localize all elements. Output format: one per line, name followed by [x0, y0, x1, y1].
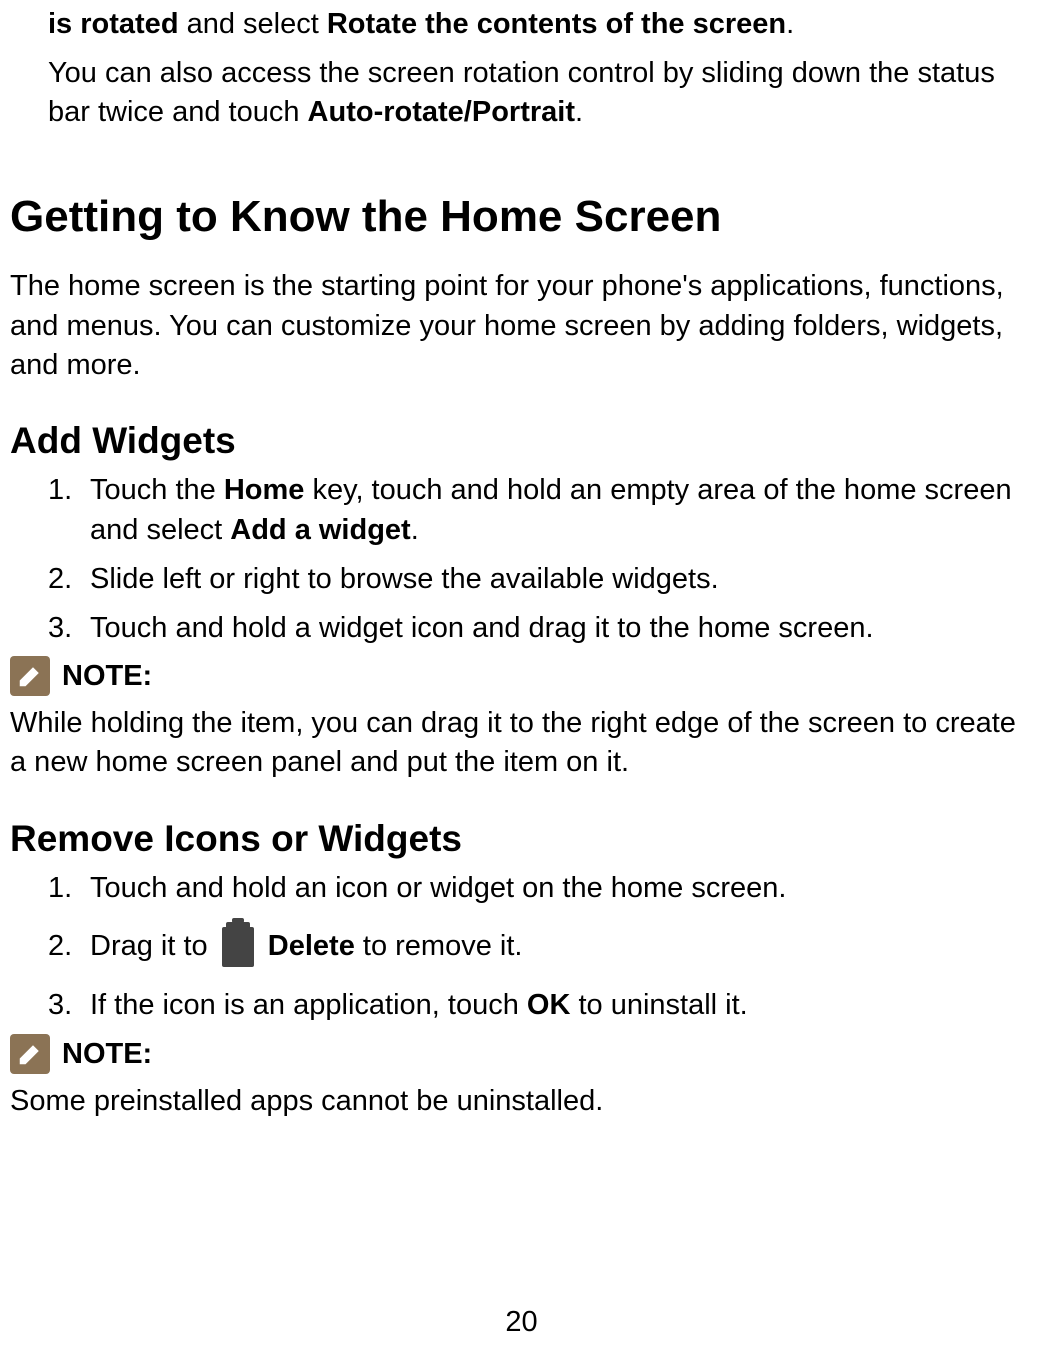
step-number: 2.	[48, 926, 90, 967]
remove-icons-note-text: Some preinstalled apps cannot be uninsta…	[10, 1082, 1033, 1121]
trash-icon	[222, 927, 254, 967]
remove-icons-step-2: 2. Drag it to Delete to remove it.	[48, 926, 1033, 967]
home-screen-intro: The home screen is the starting point fo…	[10, 267, 1033, 384]
is-rotated-bold: is rotated	[48, 8, 179, 40]
note-label: NOTE:	[62, 660, 152, 693]
delete-bold: Delete	[268, 930, 355, 962]
remove-icons-heading: Remove Icons or Widgets	[10, 818, 1033, 860]
step-number: 3.	[48, 608, 90, 649]
step-text: If the icon is an application, touch OK …	[90, 985, 1033, 1026]
text-end: .	[786, 8, 794, 40]
pencil-icon	[10, 656, 50, 696]
text-end2: .	[575, 96, 583, 128]
step-number: 2.	[48, 559, 90, 600]
text-end: .	[411, 514, 419, 546]
add-a-widget-bold: Add a widget	[230, 514, 410, 546]
text-pre: Drag it to	[90, 930, 216, 962]
step-text: Touch the Home key, touch and hold an em…	[90, 470, 1033, 551]
step-number: 1.	[48, 868, 90, 909]
text-end: to remove it.	[355, 930, 523, 962]
home-key-bold: Home	[224, 474, 305, 506]
add-widgets-step-3: 3. Touch and hold a widget icon and drag…	[48, 608, 1033, 649]
step-number: 3.	[48, 985, 90, 1026]
step-text: Slide left or right to browse the availa…	[90, 559, 1033, 600]
text-pre: If the icon is an application, touch	[90, 989, 527, 1021]
note-row-add-widgets: NOTE:	[10, 656, 1033, 696]
note-label: NOTE:	[62, 1038, 152, 1071]
remove-icons-step-1: 1. Touch and hold an icon or widget on t…	[48, 868, 1033, 909]
note-row-remove-icons: NOTE:	[10, 1034, 1033, 1074]
step-number: 1.	[48, 470, 90, 551]
text-pre: Touch the	[90, 474, 224, 506]
step-text: Touch and hold an icon or widget on the …	[90, 868, 1033, 909]
add-widgets-note-text: While holding the item, you can drag it …	[10, 704, 1033, 782]
home-screen-heading: Getting to Know the Home Screen	[10, 192, 1033, 242]
remove-icons-step-3: 3. If the icon is an application, touch …	[48, 985, 1033, 1026]
step-text: Touch and hold a widget icon and drag it…	[90, 608, 1033, 649]
rotation-continuation-para: is rotated and select Rotate the content…	[48, 5, 1033, 44]
text-mid: and select	[179, 8, 327, 40]
step-text: Drag it to Delete to remove it.	[90, 926, 1033, 967]
add-widgets-step-1: 1. Touch the Home key, touch and hold an…	[48, 470, 1033, 551]
status-bar-rotation-para: You can also access the screen rotation …	[48, 54, 1033, 132]
auto-rotate-bold: Auto-rotate/Portrait	[308, 96, 575, 128]
pencil-icon	[10, 1034, 50, 1074]
ok-bold: OK	[527, 989, 571, 1021]
rotate-contents-bold: Rotate the contents of the screen	[327, 8, 786, 40]
page-number: 20	[0, 1306, 1043, 1339]
text-end: to uninstall it.	[570, 989, 747, 1021]
add-widgets-heading: Add Widgets	[10, 420, 1033, 462]
add-widgets-step-2: 2. Slide left or right to browse the ava…	[48, 559, 1033, 600]
